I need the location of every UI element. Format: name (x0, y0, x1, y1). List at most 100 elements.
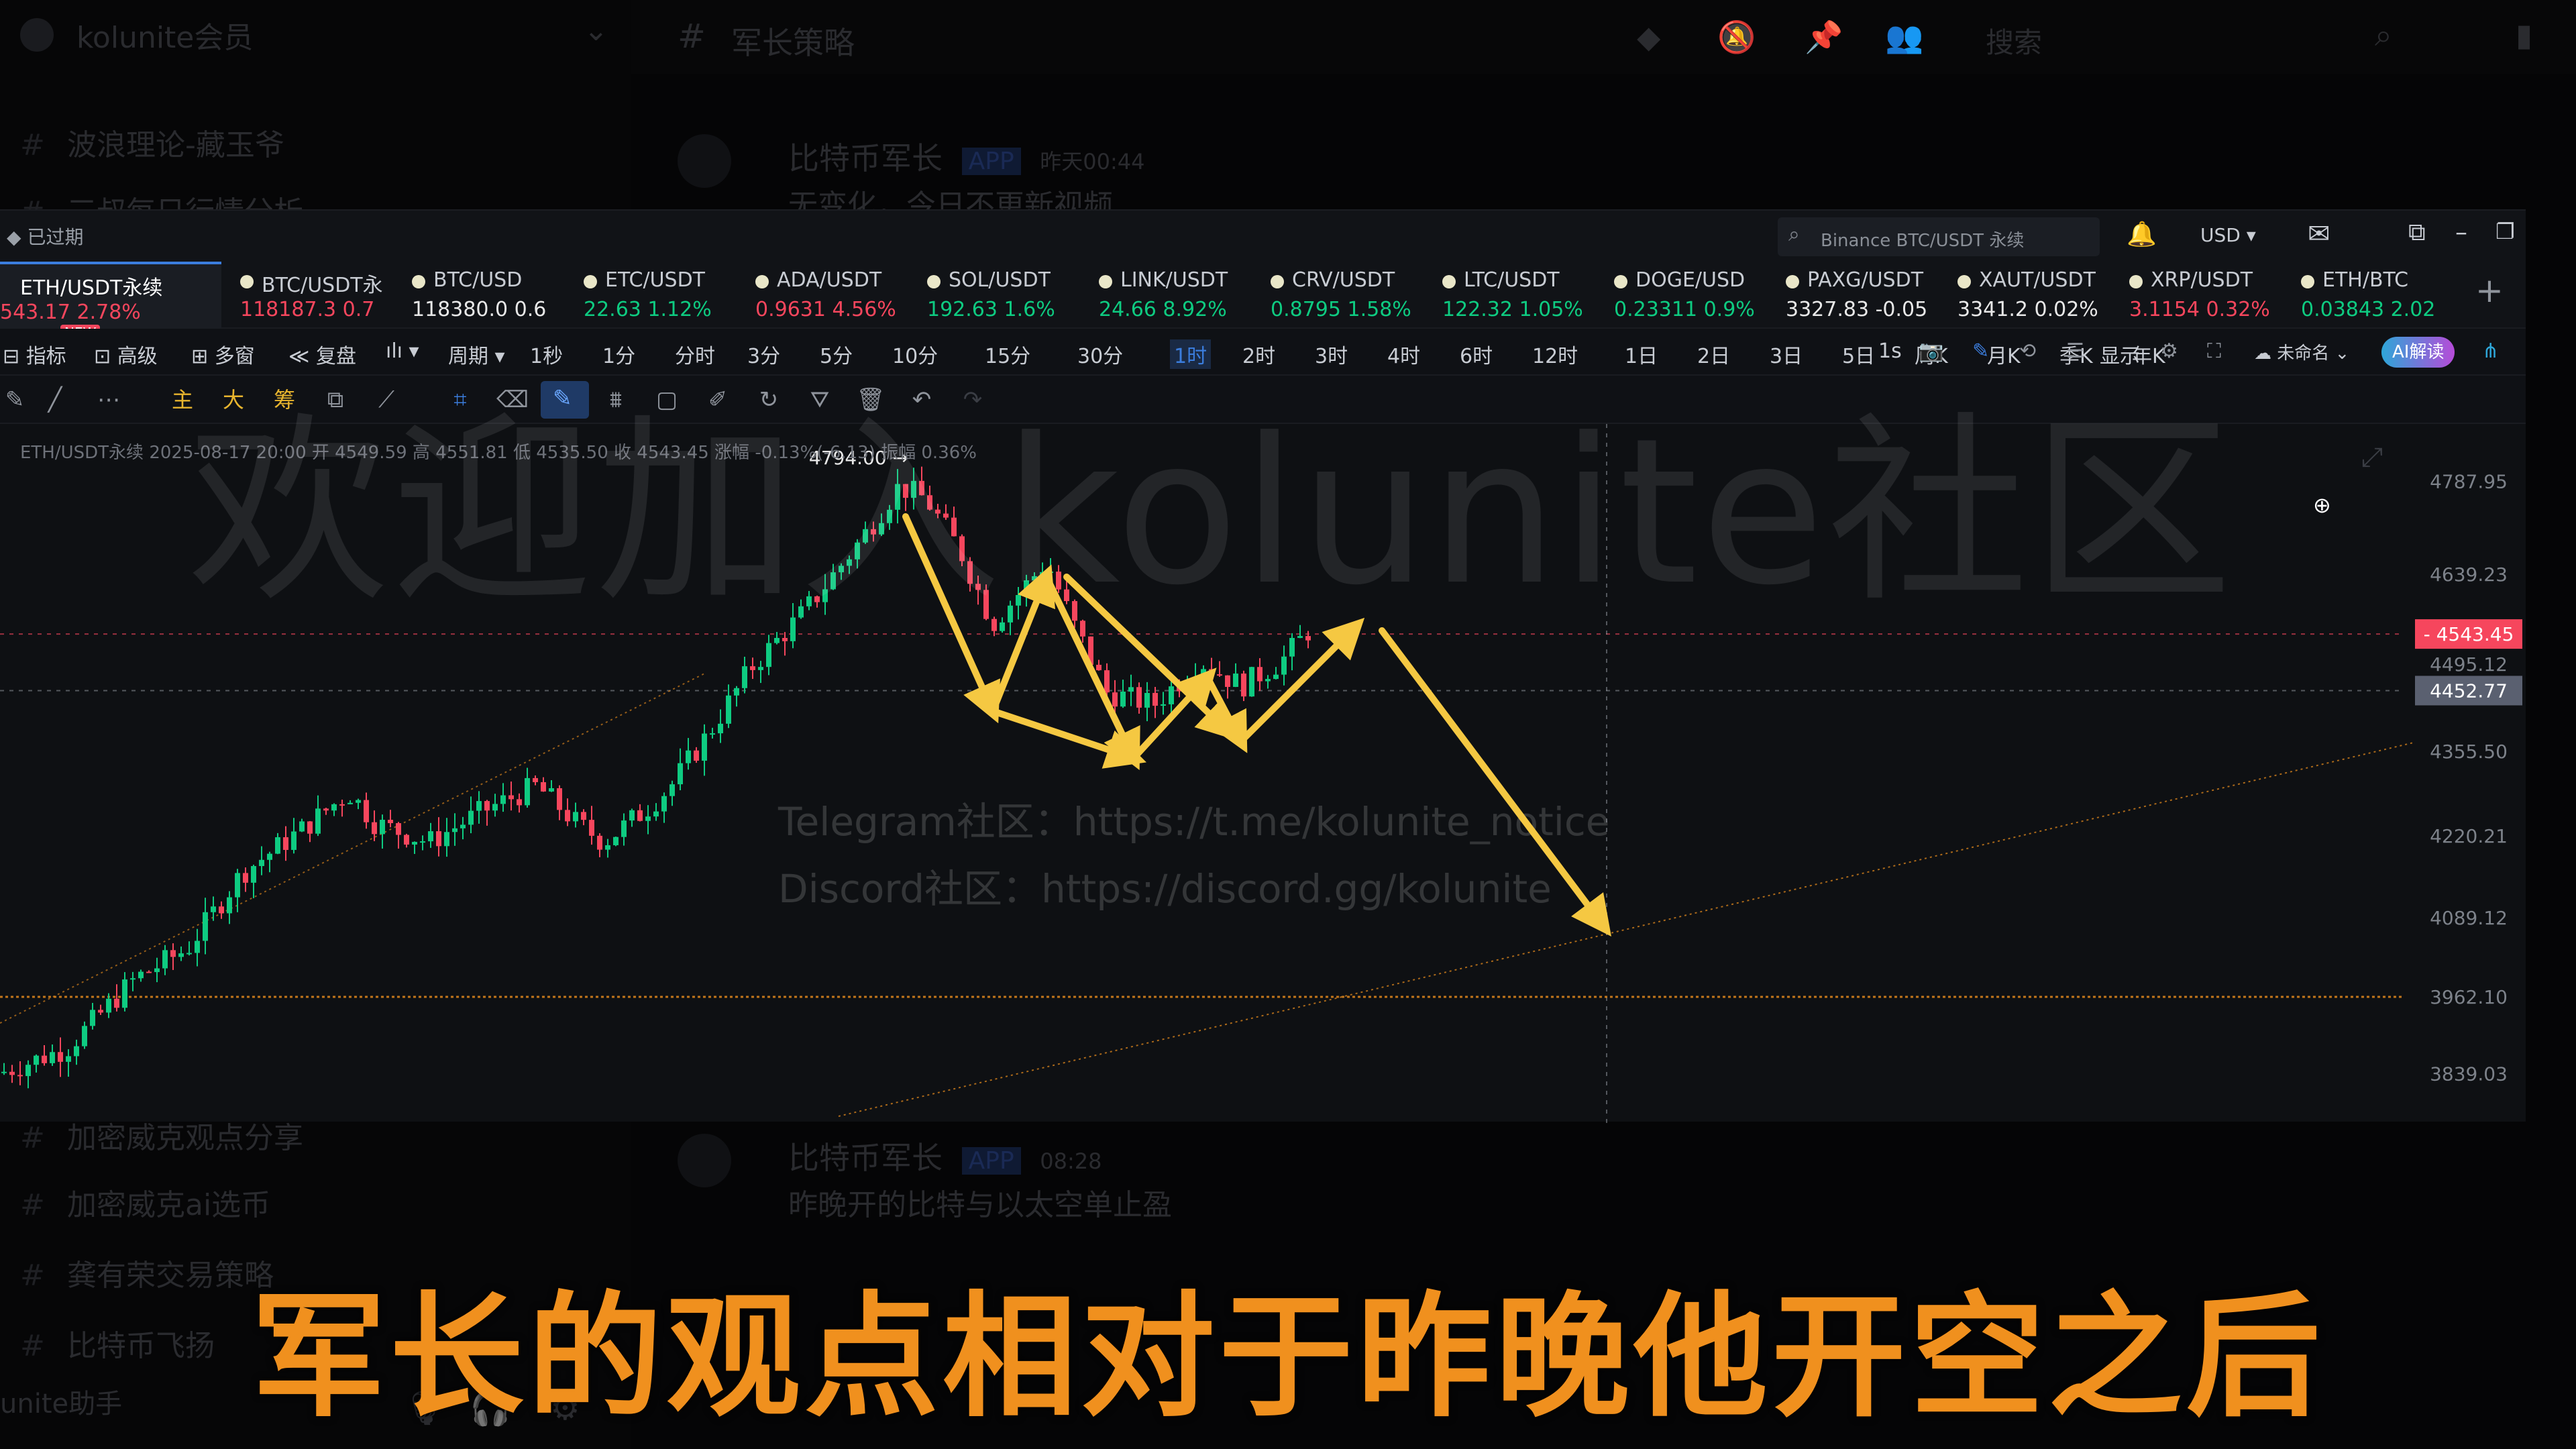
search-input[interactable]: 搜索 (1986, 20, 2042, 61)
inbox-icon[interactable]: ▮ (2516, 17, 2532, 53)
ticker-tab[interactable]: CRV/USDT 0.8795 1.58% (1263, 262, 1434, 329)
mail-icon[interactable]: ✉ (2308, 219, 2330, 250)
candle-body (541, 782, 546, 792)
layout-name-dropdown[interactable]: ☁ 未命名 ⌄ (2254, 339, 2349, 364)
ticker-dot-icon (1442, 275, 1456, 288)
candle-body (412, 841, 417, 845)
candle-body (203, 912, 208, 941)
candle-body (50, 1052, 55, 1063)
ticker-value: 24.66 8.92% (1099, 298, 1227, 321)
avatar[interactable] (678, 134, 731, 188)
threads-icon[interactable]: ◆ (1637, 19, 1660, 55)
price-axis-label: 4495.12 (2430, 653, 2508, 676)
hash-icon: # (20, 1121, 45, 1155)
ticker-tab[interactable]: XRP/USDT 3.1154 0.32% (2121, 262, 2293, 329)
ticker-tab[interactable]: PAXG/USDT 3327.83 -0.05 (1778, 262, 1949, 329)
line-tool-icon[interactable]: ╱ (40, 385, 70, 415)
candle-body (517, 799, 522, 806)
ticker-tab[interactable]: ETH/BTC 0.03843 2.02 (2293, 262, 2465, 329)
ticker-symbol: BTC/USD (433, 268, 523, 292)
candle-body (58, 1052, 63, 1062)
candle-body (500, 795, 506, 804)
candle-body (702, 733, 707, 761)
candle-body (661, 796, 667, 812)
pin-icon[interactable]: 📌 (1805, 19, 1843, 56)
ticker-tab[interactable]: DOGE/USD 0.23311 0.9% (1606, 262, 1778, 329)
bell-icon[interactable]: 🔔 (2127, 220, 2157, 248)
ticker-tab[interactable]: XAUT/USDT 3341.2 0.02% (1949, 262, 2121, 329)
minimize-icon[interactable]: – (2455, 219, 2467, 246)
candle-body (420, 841, 425, 843)
ticker-tab[interactable]: SOL/USDT 192.63 1.6% (919, 262, 1091, 329)
share-icon[interactable]: ⋔ (2482, 339, 2499, 363)
add-ticker-icon[interactable]: + (2475, 271, 2504, 310)
server-header[interactable]: kolunite会员 ⌄ (20, 13, 608, 56)
message-author[interactable]: 比特币军长 (788, 140, 943, 176)
ticker-tab[interactable]: LINK/USDT 24.66 8.92% (1091, 262, 1263, 329)
candle-body (1161, 704, 1166, 706)
ai-analysis-button[interactable]: AI解读 (2381, 337, 2455, 368)
candle-body (331, 804, 337, 811)
candle-body (307, 821, 313, 834)
hash-icon: # (678, 17, 706, 56)
currency-select[interactable]: USD ▾ (2200, 224, 2256, 246)
candle-body (291, 831, 297, 850)
message-text: 昨晚开的比特与以太空单止盈 (788, 1188, 1172, 1222)
ticker-value: 122.32 1.05% (1442, 298, 1583, 321)
mute-bell-icon[interactable]: 🔕 (1717, 19, 1756, 56)
candle-body (138, 971, 144, 979)
ticker-tab[interactable]: LTC/USDT 122.32 1.05% (1434, 262, 1606, 329)
expired-badge: ◆ 已过期 (7, 226, 84, 248)
candle-body (380, 820, 385, 835)
candle-body (750, 666, 755, 670)
candle-body (718, 723, 723, 734)
candle-body (1201, 669, 1206, 679)
video-subtitle: 军长的观点相对于昨晚他开空之后 (251, 1279, 2324, 1436)
ticker-tab[interactable]: ADA/USDT 0.9631 4.56% (747, 262, 919, 329)
window-split-icon[interactable]: ⧉ (2408, 219, 2426, 247)
candle-body (1177, 686, 1182, 692)
candle-body (436, 831, 441, 847)
candle-body (1185, 684, 1190, 692)
app-badge: APP (961, 148, 1021, 175)
expand-icon[interactable]: ⤢ (2361, 442, 2383, 473)
advanced-button[interactable]: ⊡ 高级 (94, 339, 158, 369)
candle-body (492, 804, 498, 811)
ticker-tab[interactable]: BTC/USDT永 118187.3 0.7 (232, 262, 404, 329)
ticker-value: 3341.2 0.02% (1957, 298, 2098, 321)
ticker-symbol: SOL/USDT (949, 268, 1051, 292)
candle-body (154, 968, 160, 973)
avatar[interactable] (678, 1134, 731, 1187)
candle-body (468, 810, 474, 825)
pen-tool-icon[interactable]: ✎ (0, 385, 30, 415)
ticker-dot-icon (240, 275, 254, 288)
ticker-value: 0.8795 1.58% (1271, 298, 1411, 321)
ticker-tab[interactable]: BTC/USD 118380.0 0.6 (404, 262, 576, 329)
hash-icon: # (20, 1188, 45, 1222)
price-axis-label: 4787.95 (2430, 471, 2508, 493)
more-tools-icon[interactable]: ⋯ (94, 385, 123, 415)
channel-title: 军长策略 (731, 25, 855, 61)
ticker-value: 543.17 2.78% (0, 301, 141, 324)
members-icon[interactable]: 👥 (1885, 19, 1923, 56)
candle-body (1144, 692, 1150, 708)
ticker-tab[interactable]: ETC/USDT 22.63 1.12% (576, 262, 747, 329)
candle-body (1120, 691, 1126, 707)
restore-icon[interactable]: ❐ (2496, 219, 2515, 244)
price-axis-label: 4639.23 (2430, 564, 2508, 586)
candle-body (629, 810, 635, 821)
candle-body (1193, 678, 1198, 684)
message-author[interactable]: 比特币军长 (788, 1140, 943, 1176)
ticker-tab-active[interactable]: ETH/USDT永续543.17 2.78%NEW (0, 262, 221, 341)
ticker-value: 3.1154 0.32% (2129, 298, 2270, 321)
ticker-symbol: DOGE/USD (1635, 268, 1746, 292)
sidebar-item[interactable]: # 波浪理论-藏玉爷 (20, 121, 284, 164)
candle-body (1096, 664, 1102, 671)
candle-body (653, 811, 659, 817)
indicator-button[interactable]: ⊟ 指标 (3, 339, 66, 369)
sidebar-item[interactable]: # 加密威克ai选币 (20, 1181, 270, 1224)
ticker-dot-icon (1271, 275, 1284, 288)
symbol-search-input[interactable]: ⌕ Binance BTC/USDT 永续 (1778, 217, 2100, 256)
discord-link-text: Discord社区：https://discord.gg/kolunite (778, 866, 1552, 912)
ticker-dot-icon (755, 275, 769, 288)
